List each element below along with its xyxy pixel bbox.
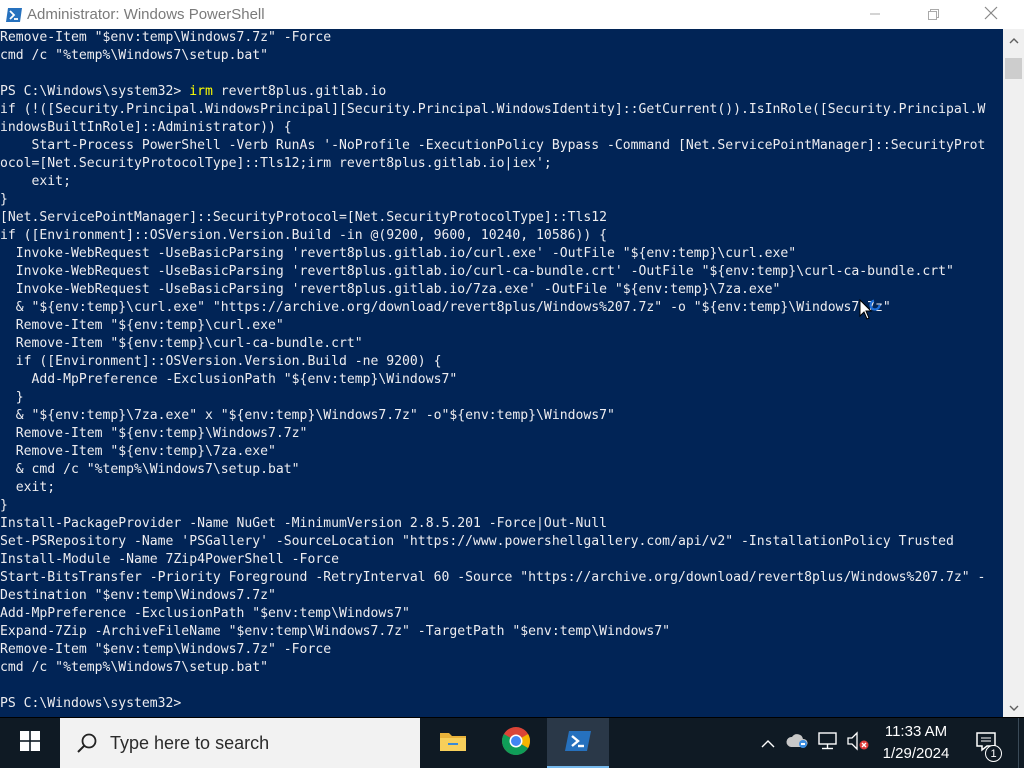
prompt-text: PS C:\Windows\system32>: [0, 696, 190, 711]
title-bar[interactable]: Administrator: Windows PowerShell: [0, 0, 1024, 29]
console-line: Remove-Item "${env:temp}\curl.exe": [0, 318, 284, 333]
console-line: Start-Process PowerShell -Verb RunAs '-N…: [0, 138, 986, 153]
console-line: exit;: [0, 480, 56, 495]
console-line: indowsBuiltInRole]::Administrator)) {: [0, 120, 292, 135]
console-line: Add-MpPreference -ExclusionPath "${env:t…: [0, 372, 458, 387]
network-tray-button[interactable]: [815, 730, 841, 756]
window-title: Administrator: Windows PowerShell: [27, 6, 265, 23]
folder-icon: [439, 729, 467, 757]
onedrive-tray-button[interactable]: [785, 730, 811, 756]
scroll-up-arrow-icon: [1009, 30, 1019, 49]
console-line: if ([Environment]::OSVersion.Version.Bui…: [0, 228, 607, 243]
search-box[interactable]: Type here to search: [60, 718, 420, 768]
console-line: Add-MpPreference -ExclusionPath "$env:te…: [0, 606, 410, 621]
scrollbar-thumb[interactable]: [1005, 58, 1022, 79]
console-line: & cmd /c "%temp%\Windows7\setup.bat": [0, 462, 300, 477]
powershell-icon: [564, 729, 592, 757]
command-name: irm: [189, 84, 213, 99]
minimize-icon: [869, 5, 881, 24]
console-line: & "${env:temp}\7za.exe" x "${env:temp}\W…: [0, 408, 615, 423]
taskbar-chrome[interactable]: [485, 718, 547, 768]
console-line: [Net.ServicePointManager]::SecurityProto…: [0, 210, 607, 225]
console-line: }: [0, 192, 8, 207]
console-line: Remove-Item "${env:temp}\curl-ca-bundle.…: [0, 336, 363, 351]
console-line: exit;: [0, 174, 71, 189]
console-line: if (!([Security.Principal.WindowsPrincip…: [0, 102, 986, 117]
console-line: if ([Environment]::OSVersion.Version.Bui…: [0, 354, 442, 369]
chevron-up-icon: [761, 734, 775, 753]
scroll-down-button[interactable]: [1003, 696, 1024, 717]
taskbar-powershell[interactable]: [547, 718, 609, 768]
console-line: Remove-Item "$env:temp\Windows7.7z" -For…: [0, 30, 332, 45]
console-area[interactable]: Remove-Item "$env:temp\Windows7.7z" -For…: [0, 29, 1003, 717]
console-output: Remove-Item "$env:temp\Windows7.7z" -For…: [0, 29, 1003, 713]
close-icon: [984, 5, 998, 24]
notification-count-badge: 1: [985, 745, 1002, 762]
search-placeholder: Type here to search: [110, 732, 270, 753]
action-center-button[interactable]: 1: [964, 718, 1008, 768]
console-line: }: [0, 390, 24, 405]
minimize-button[interactable]: [846, 0, 904, 29]
console-line: Invoke-WebRequest -UseBasicParsing 'reve…: [0, 246, 797, 261]
search-icon: [76, 732, 98, 754]
console-line: Remove-Item "${env:temp}\7za.exe": [0, 444, 276, 459]
show-hidden-icons-button[interactable]: [755, 730, 781, 756]
maximize-icon: [927, 5, 939, 24]
console-line: Remove-Item "${env:temp}\Windows7.7z": [0, 426, 308, 441]
taskbar-clock[interactable]: 11:33 AM 1/29/2024: [868, 718, 964, 768]
chrome-icon: [501, 726, 531, 760]
console-line: Expand-7Zip -ArchiveFileName "$env:temp\…: [0, 624, 671, 639]
cloud-icon: [786, 732, 810, 754]
maximize-button[interactable]: [904, 0, 962, 29]
console-line: cmd /c "%temp%\Windows7\setup.bat": [0, 660, 269, 675]
console-prompt-line: PS C:\Windows\system32>: [0, 695, 1003, 713]
console-line: ocol=[Net.SecurityProtocolType]::Tls12;i…: [0, 156, 552, 171]
command-args: revert8plus.gitlab.io: [212, 84, 387, 99]
scroll-up-button[interactable]: [1003, 29, 1024, 50]
speaker-muted-icon: [846, 731, 870, 755]
console-line: cmd /c "%temp%\Windows7\setup.bat": [0, 48, 269, 63]
console-line: Install-Module -Name 7Zip4PowerShell -Fo…: [0, 552, 339, 567]
console-line: Set-PSRepository -Name 'PSGallery' -Sour…: [0, 534, 954, 549]
console-line: & "${env:temp}\curl.exe" "https://archiv…: [0, 300, 891, 315]
console-line: Remove-Item "$env:temp\Windows7.7z" -For…: [0, 642, 332, 657]
clock-time: 11:33 AM: [884, 723, 948, 740]
clock-date: 1/29/2024: [882, 745, 950, 762]
mouse-cursor-busy-icon: [859, 298, 889, 325]
start-button[interactable]: [0, 718, 60, 768]
console-line: Install-PackageProvider -Name NuGet -Min…: [0, 516, 607, 531]
prompt-text: PS C:\Windows\system32>: [0, 84, 190, 99]
taskbar: Type here to search 11:33 AM 1/29/2024 1: [0, 718, 1024, 768]
console-line: Invoke-WebRequest -UseBasicParsing 'reve…: [0, 282, 781, 297]
console-line: Start-BitsTransfer -Priority Foreground …: [0, 570, 986, 585]
vertical-scrollbar[interactable]: [1003, 29, 1024, 717]
network-icon: [817, 732, 839, 754]
console-line: Destination "$env:temp\Windows7.7z": [0, 588, 276, 603]
console-line: }: [0, 498, 8, 513]
taskbar-file-explorer[interactable]: [422, 718, 484, 768]
console-prompt-line: PS C:\Windows\system32> irm revert8plus.…: [0, 83, 1003, 101]
console-line: Invoke-WebRequest -UseBasicParsing 'reve…: [0, 264, 954, 279]
scroll-down-arrow-icon: [1009, 697, 1019, 716]
powershell-icon: [4, 5, 24, 25]
windows-logo-icon: [20, 731, 40, 755]
close-button[interactable]: [962, 0, 1020, 29]
show-desktop-button[interactable]: [1018, 718, 1024, 768]
